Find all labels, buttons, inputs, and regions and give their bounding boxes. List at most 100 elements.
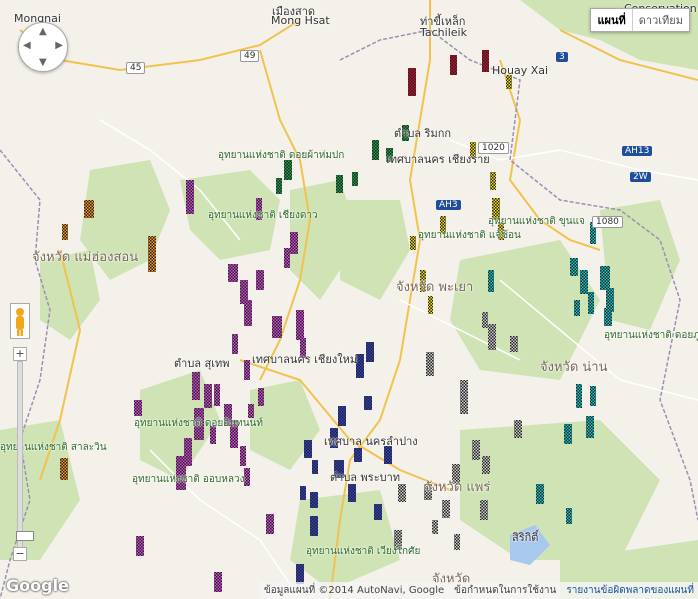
marker-gray bbox=[442, 500, 450, 518]
marker-cyan bbox=[590, 386, 596, 406]
marker-cyan bbox=[536, 484, 544, 504]
street-view-pegman-icon[interactable] bbox=[10, 303, 30, 339]
marker-magenta bbox=[244, 360, 250, 380]
place-label-doiinthanon: อุทยานแห่งชาติ ดอยอินทนนท์ bbox=[134, 418, 263, 429]
marker-gray bbox=[514, 420, 522, 438]
google-logo[interactable]: Google bbox=[6, 576, 69, 595]
marker-cyan bbox=[488, 270, 494, 292]
road-shield-r1020: 1020 bbox=[478, 142, 509, 154]
marker-yellow bbox=[428, 296, 433, 314]
road-shield-ah13: AH13 bbox=[622, 146, 653, 156]
marker-green bbox=[352, 172, 358, 186]
map-canvas[interactable]: Mongnai เมืองสาด Mong Hsat ท่าขี้เหล็ก Tachi… bbox=[0, 0, 698, 599]
marker-magenta bbox=[290, 232, 298, 254]
marker-cyan bbox=[576, 384, 582, 408]
marker-blue bbox=[310, 492, 318, 508]
zoom-track[interactable] bbox=[16, 361, 34, 549]
place-label-phayao: จังหวัด พะเยา bbox=[396, 280, 474, 295]
place-label-chiangdao: อุทยานแห่งชาติ เชียงดาว bbox=[208, 210, 318, 221]
road-shield-r1080: 1080 bbox=[592, 216, 623, 228]
map-footer: ข้อมูลแผนที่ ©2014 AutoNavi, Google ข้อก… bbox=[259, 582, 698, 599]
marker-cyan bbox=[600, 266, 610, 290]
pan-control[interactable]: ▲ ▼ ◀ ▶ bbox=[18, 22, 68, 72]
marker-magenta bbox=[232, 334, 238, 354]
place-label-phrae: จังหวัด แพร่ bbox=[424, 480, 491, 495]
place-label-houayxai: Houay Xai bbox=[492, 64, 549, 77]
marker-green bbox=[336, 175, 343, 193]
place-label-suthep: ตำบล สุเทพ bbox=[174, 357, 230, 370]
marker-magenta bbox=[244, 468, 250, 486]
marker-blue bbox=[354, 448, 362, 462]
place-label-tachileik: Tachileik bbox=[420, 26, 467, 39]
marker-blue bbox=[296, 564, 304, 584]
marker-cyan bbox=[566, 508, 572, 524]
marker-magenta bbox=[214, 384, 220, 406]
marker-magenta bbox=[258, 388, 264, 406]
marker-magenta bbox=[134, 400, 142, 416]
marker-blue bbox=[338, 406, 346, 426]
marker-red bbox=[450, 55, 457, 75]
marker-magenta bbox=[284, 248, 290, 268]
marker-red bbox=[408, 68, 416, 96]
map-data-credit: ข้อมูลแผนที่ ©2014 AutoNavi, Google bbox=[263, 585, 445, 596]
marker-magenta bbox=[136, 536, 144, 556]
pan-down-icon[interactable]: ▼ bbox=[39, 57, 47, 68]
marker-blue bbox=[312, 460, 318, 474]
marker-gray bbox=[480, 500, 488, 520]
terms-link[interactable]: ข้อกำหนดในการใช้งาน bbox=[454, 583, 556, 598]
place-label-rimkok: ตำบล ริมกก bbox=[394, 127, 452, 140]
zoom-control: + − bbox=[13, 347, 34, 561]
marker-blue bbox=[374, 504, 382, 520]
place-label-sirikit: สิริกิติ์ bbox=[512, 531, 539, 544]
pan-right-icon[interactable]: ▶ bbox=[55, 40, 63, 51]
pan-up-icon[interactable]: ▲ bbox=[39, 26, 47, 37]
marker-gray bbox=[488, 324, 496, 350]
marker-gray bbox=[432, 520, 438, 534]
marker-magenta bbox=[186, 180, 194, 214]
road-shield-r45: 45 bbox=[126, 62, 146, 74]
place-label-lampang: เทศบาล นครลำปาง bbox=[324, 435, 418, 448]
marker-magenta bbox=[256, 270, 264, 290]
zoom-slider-knob[interactable] bbox=[16, 531, 34, 542]
marker-cyan bbox=[588, 292, 594, 314]
marker-green bbox=[276, 178, 282, 194]
zoom-out-button[interactable]: − bbox=[13, 547, 27, 561]
marker-magenta bbox=[192, 372, 200, 400]
marker-blue bbox=[300, 486, 306, 500]
pan-left-icon[interactable]: ◀ bbox=[23, 40, 31, 51]
place-label-chaeson: อุทยานแห่งชาติ แจ้ซ้อน bbox=[418, 230, 521, 241]
place-label-chiangmai: เทศบาลนคร เชียงใหม่ bbox=[252, 353, 358, 366]
marker-cyan bbox=[604, 308, 612, 326]
place-label-doipha: อุทยานแห่งชาติ ดอยผ้าห่มปก bbox=[218, 150, 345, 161]
marker-orange bbox=[62, 224, 68, 240]
marker-magenta bbox=[272, 316, 282, 338]
marker-blue bbox=[304, 440, 312, 458]
marker-magenta bbox=[266, 514, 274, 534]
satellite-view-button[interactable]: ดาวเทียม bbox=[631, 9, 689, 31]
marker-orange bbox=[148, 236, 156, 272]
place-label-monghsat: Mong Hsat bbox=[271, 14, 330, 27]
place-label-chiangrai: เทศบาลนคร เชียงราย bbox=[386, 153, 490, 166]
place-label-khunchae: อุทยานแห่งชาติ ขุนแจ bbox=[488, 216, 585, 227]
marker-yellow bbox=[490, 172, 496, 190]
road-shield-r49: 49 bbox=[240, 50, 260, 62]
marker-gray bbox=[460, 380, 468, 414]
marker-orange bbox=[60, 458, 68, 480]
marker-cyan bbox=[586, 416, 594, 438]
marker-blue bbox=[364, 396, 372, 410]
report-error-link[interactable]: รายงานข้อผิดพลาดของแผนที่ bbox=[566, 583, 694, 598]
marker-gray bbox=[482, 456, 490, 474]
road-shield-r3: 3 bbox=[556, 52, 568, 62]
place-label-obluang: อุทยานแห่งชาติ ออบหลวง bbox=[132, 474, 245, 485]
marker-orange bbox=[84, 200, 94, 218]
marker-gray bbox=[398, 484, 406, 502]
map-view-button[interactable]: แผนที่ bbox=[591, 9, 632, 31]
zoom-in-button[interactable]: + bbox=[13, 347, 27, 361]
marker-cyan bbox=[564, 424, 572, 444]
marker-magenta bbox=[244, 300, 252, 326]
marker-magenta bbox=[240, 446, 246, 466]
road-shield-r2w: 2W bbox=[630, 172, 651, 182]
marker-cyan bbox=[580, 270, 588, 294]
marker-gray bbox=[510, 336, 518, 352]
marker-yellow bbox=[410, 236, 416, 250]
